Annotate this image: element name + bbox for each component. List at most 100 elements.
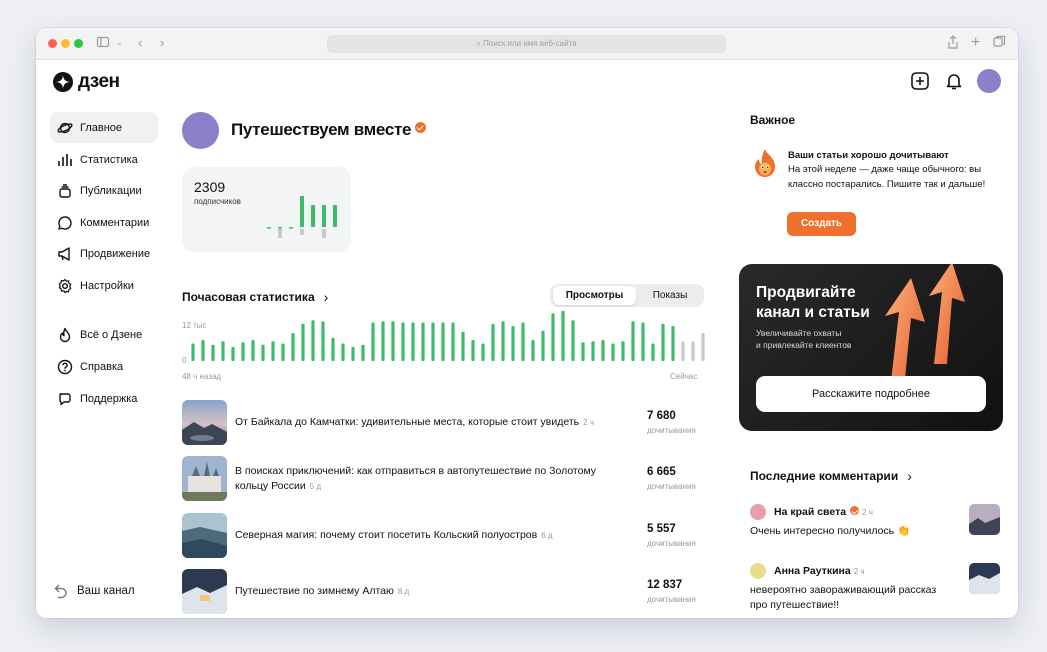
hourly-bar[interactable] [431,322,435,362]
hourly-bar[interactable] [301,323,305,361]
hourly-bar[interactable] [581,342,585,361]
sidebar-item-help[interactable]: Справка [50,351,158,382]
important-text: На этой неделе — даже чаще обычного: вы … [788,164,986,190]
hourly-bar[interactable] [271,341,275,361]
dzen-logo[interactable]: дзен [53,71,120,93]
hourly-bar[interactable] [511,326,515,361]
hourly-bar[interactable] [211,344,215,361]
hourly-bar[interactable] [311,320,315,361]
minimize-window-button[interactable] [61,39,70,48]
hourly-bar[interactable] [321,321,325,361]
comment-article-thumbnail[interactable] [969,504,1000,535]
hourly-bar[interactable] [221,341,225,361]
article-title: Путешествие по зимнему Алтаю 8 д [235,585,410,597]
chevron-down-icon[interactable]: ⌄ [116,35,123,51]
hourly-bar[interactable] [421,322,425,362]
hourly-bar[interactable] [391,321,395,361]
verified-badge-icon [850,506,860,515]
hourly-bar[interactable] [451,322,455,362]
hourly-bar[interactable] [591,341,595,361]
hourly-bar[interactable] [361,344,365,361]
article-title: В поисках приключений: как отправиться в… [235,465,597,492]
article-row[interactable]: От Байкала до Камчатки: удивительные мес… [182,400,712,445]
sidebar-item-settings[interactable]: Настройки [50,270,158,301]
address-bar[interactable]: ⌕ Поиск или имя веб-сайта [327,35,726,53]
hourly-bar[interactable] [531,340,535,361]
back-icon[interactable]: ‹ [138,35,142,51]
hourly-bar[interactable] [261,344,265,361]
hourly-bar[interactable] [241,342,245,361]
close-window-button[interactable] [48,39,57,48]
hourly-bar[interactable] [691,341,695,361]
channel-title[interactable]: Путешествуем вместе [231,120,427,140]
channel-avatar[interactable] [182,112,219,149]
create-button[interactable]: Создать [787,212,856,236]
share-icon[interactable] [947,35,959,53]
user-avatar[interactable] [977,69,1001,93]
article-row[interactable]: Путешествие по зимнему Алтаю 8 д 12 837 д… [182,569,712,614]
hourly-bar[interactable] [201,340,205,361]
commenter-name: На край света 2 ч [774,506,873,518]
hourly-bar[interactable] [371,322,375,362]
sidebar-item-support[interactable]: Поддержка [50,383,158,414]
hourly-bar[interactable] [601,340,605,361]
hourly-bar[interactable] [681,341,685,361]
hourly-bar[interactable] [551,313,555,361]
latest-comments-title: Последние комментарии [750,469,899,483]
sidebar-toggle-icon[interactable] [96,35,110,53]
hourly-bar[interactable] [491,323,495,361]
hourly-bar[interactable] [631,321,635,361]
hourly-bar[interactable] [231,347,235,361]
new-tab-icon[interactable]: + [971,35,980,51]
hourly-bar[interactable] [611,343,615,362]
hourly-bar[interactable] [251,340,255,361]
sidebar-item-stats[interactable]: Статистика [50,144,158,175]
subscribers-card[interactable]: 2309 подписчиков [182,167,351,252]
promo-banner[interactable]: Продвигайте канал и статьи Увеличивайте … [739,264,1003,431]
tab-impressions[interactable]: Показы [638,286,702,305]
hourly-bar[interactable] [661,323,665,361]
hourly-bar[interactable] [461,331,465,361]
hourly-bar[interactable] [671,326,675,361]
hourly-bar[interactable] [411,322,415,362]
sidebar-item-main[interactable]: Главное [50,112,158,143]
zoom-window-button[interactable] [74,39,83,48]
hourly-bar[interactable] [641,322,645,362]
tab-views[interactable]: Просмотры [553,286,636,305]
hourly-bar[interactable] [341,343,345,362]
hourly-bar[interactable] [501,321,505,361]
sidebar-item-promotion[interactable]: Продвижение [50,238,158,269]
dzen-star-icon [53,72,73,92]
hourly-bar[interactable] [191,343,195,362]
article-row[interactable]: В поисках приключений: как отправиться в… [182,456,712,501]
your-channel-link[interactable]: Ваш канал [54,583,135,599]
hourly-bar[interactable] [701,333,705,361]
hourly-bar[interactable] [481,343,485,362]
forward-icon[interactable]: › [160,35,164,51]
hourly-bar[interactable] [401,322,405,362]
hourly-bar[interactable] [561,311,565,361]
hourly-bar[interactable] [621,341,625,361]
hourly-bar[interactable] [521,322,525,362]
hourly-bar[interactable] [331,337,335,361]
sidebar-item-about[interactable]: Всё о Дзене [50,319,158,350]
bell-icon[interactable] [944,71,964,91]
hourly-stats-link[interactable]: Почасовая статистика › [182,289,328,305]
sidebar-item-comments[interactable]: Комментарии [50,207,158,238]
hourly-bar[interactable] [351,347,355,361]
hourly-bar[interactable] [291,333,295,361]
tabs-overview-icon[interactable] [993,35,1006,52]
comment-article-thumbnail[interactable] [969,563,1000,594]
hourly-bar[interactable] [281,343,285,362]
add-post-icon[interactable] [910,71,930,91]
hourly-bar[interactable] [541,330,545,361]
hourly-bar[interactable] [471,340,475,361]
hourly-bar[interactable] [651,343,655,362]
latest-comments-link[interactable]: Последние комментарии › [750,468,912,484]
article-row[interactable]: Северная магия: почему стоит посетить Ко… [182,513,712,558]
promo-learn-more-button[interactable]: Расскажите подробнее [756,376,986,412]
hourly-bar[interactable] [441,322,445,362]
hourly-bar[interactable] [571,320,575,361]
sidebar-item-publications[interactable]: Публикации [50,175,158,206]
hourly-bar[interactable] [381,321,385,361]
